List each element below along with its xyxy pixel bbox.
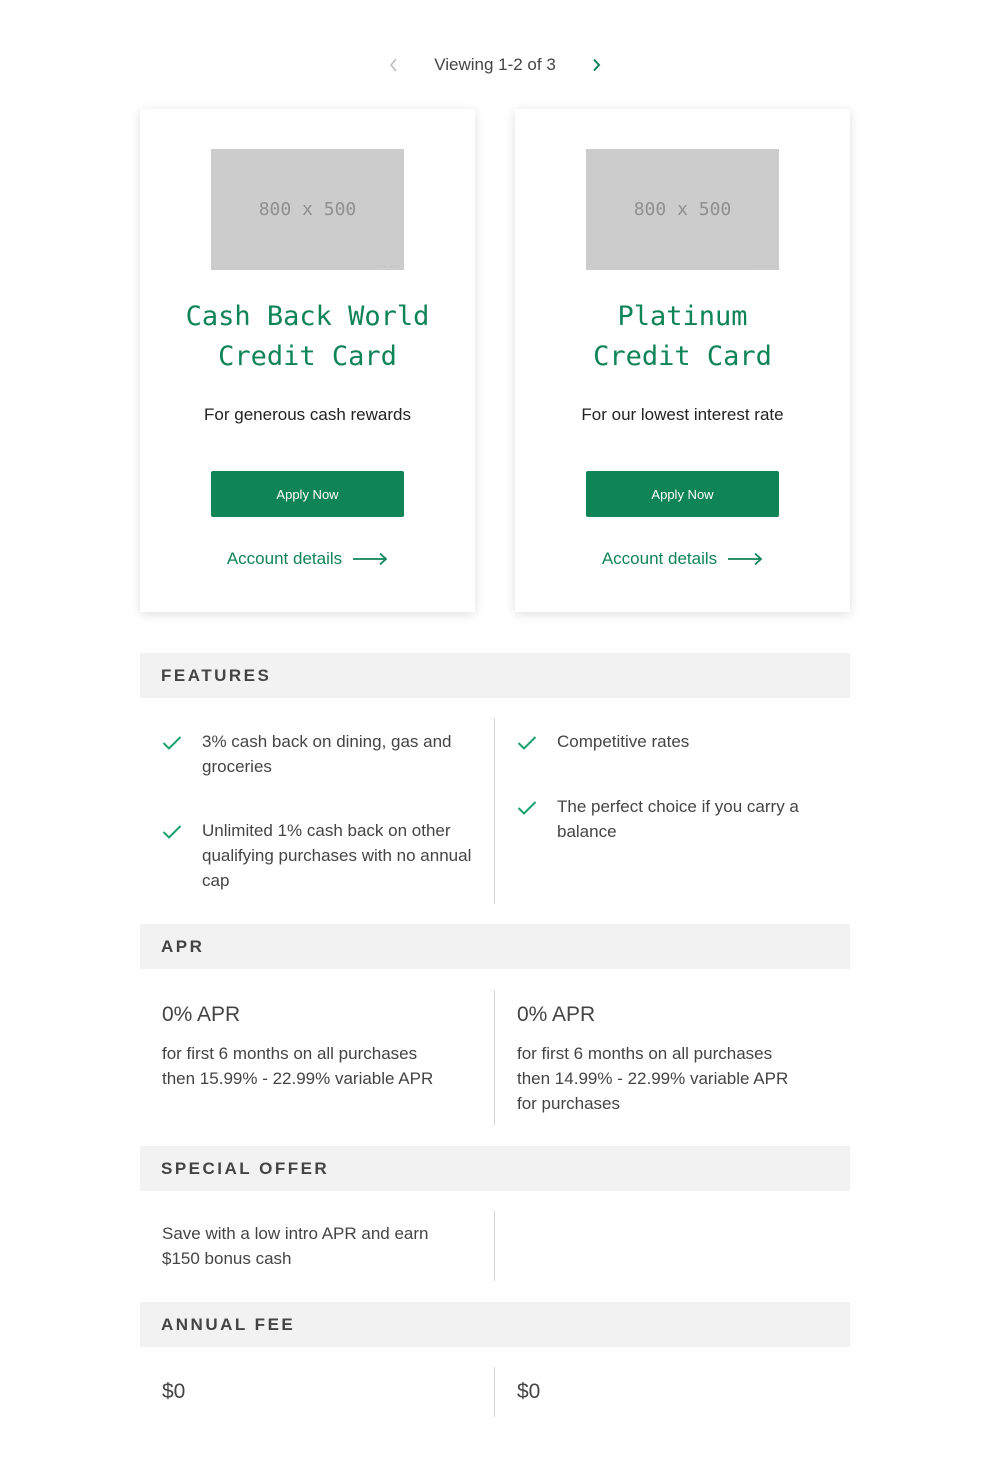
checkmark-icon — [162, 733, 182, 758]
account-details-link[interactable]: Account details — [515, 549, 850, 569]
card-title: Platinum Credit Card — [535, 297, 830, 377]
section-title: APR — [161, 937, 205, 956]
annual-fee-column: $0 — [162, 1379, 492, 1405]
feature-item: Competitive rates — [517, 729, 837, 754]
column-divider — [494, 1211, 495, 1281]
feature-item: 3% cash back on dining, gas and grocerie… — [162, 729, 492, 779]
pagination: Viewing 1-2 of 3 — [0, 52, 990, 78]
arrow-right-icon — [727, 552, 763, 566]
chevron-right-icon[interactable] — [586, 55, 606, 75]
special-offer-row: Save with a low intro APR and earn $150 … — [140, 1211, 850, 1281]
chevron-left-icon[interactable] — [384, 55, 404, 75]
special-offer-column: Save with a low intro APR and earn $150 … — [162, 1221, 462, 1271]
apr-value: 0% APR — [162, 1003, 241, 1026]
apr-description-line: for first 6 months on all purchases — [162, 1044, 418, 1063]
credit-card-product-card: 800 x 500 ......... Platinum Credit Card… — [515, 109, 850, 612]
card-title-line: Cash Back World — [185, 301, 430, 332]
feature-text: The perfect choice if you carry a balanc… — [557, 797, 799, 841]
apply-now-button[interactable]: Apply Now — [586, 471, 779, 517]
section-header-apr: APR — [140, 924, 850, 969]
feature-item: Unlimited 1% cash back on other qualifyi… — [162, 818, 492, 893]
image-placeholder-text: 800 x 500 — [258, 199, 357, 220]
image-watermark: ......... — [378, 263, 400, 268]
features-row: 3% cash back on dining, gas and grocerie… — [140, 718, 850, 904]
apr-column: 0% APR for first 6 months on all purchas… — [517, 1002, 837, 1116]
apply-now-button[interactable]: Apply Now — [211, 471, 404, 517]
column-divider — [494, 1367, 495, 1417]
section-header-annual-fee: ANNUAL FEE — [140, 1302, 850, 1347]
card-subtitle: For our lowest interest rate — [581, 405, 784, 424]
annual-fee-value: $0 — [517, 1380, 541, 1403]
pagination-label: Viewing 1-2 of 3 — [434, 55, 556, 74]
apr-description-line: then 14.99% - 22.99% variable APR — [517, 1069, 789, 1088]
card-image-placeholder: 800 x 500 ......... — [586, 149, 779, 270]
apr-description-line: then 15.99% - 22.99% variable APR — [162, 1069, 434, 1088]
arrow-right-icon — [352, 552, 388, 566]
checkmark-icon — [162, 822, 182, 847]
section-header-features: FEATURES — [140, 653, 850, 698]
features-column: Competitive rates The perfect choice if … — [517, 729, 837, 844]
image-watermark: ......... — [753, 263, 775, 268]
apr-column: 0% APR for first 6 months on all purchas… — [162, 1002, 492, 1091]
checkmark-icon — [517, 733, 537, 758]
account-details-link[interactable]: Account details — [140, 549, 475, 569]
section-title: FEATURES — [161, 666, 272, 685]
apr-description-line: for purchases — [517, 1094, 620, 1113]
card-title: Cash Back World Credit Card — [160, 297, 455, 377]
card-image-placeholder: 800 x 500 ......... — [211, 149, 404, 270]
feature-text: 3% cash back on dining, gas and grocerie… — [202, 732, 452, 776]
apr-value: 0% APR — [517, 1003, 596, 1026]
apr-row: 0% APR for first 6 months on all purchas… — [140, 990, 850, 1125]
section-header-special-offer: SPECIAL OFFER — [140, 1146, 850, 1191]
account-details-label: Account details — [226, 549, 343, 568]
card-subtitle: For generous cash rewards — [204, 405, 411, 424]
apr-description: for first 6 months on all purchases then… — [162, 1041, 492, 1091]
apr-description-line: for first 6 months on all purchases — [517, 1044, 773, 1063]
feature-text: Unlimited 1% cash back on other qualifyi… — [202, 821, 472, 890]
credit-card-product-card: 800 x 500 ......... Cash Back World Cred… — [140, 109, 475, 612]
feature-text: Competitive rates — [557, 732, 690, 751]
annual-fee-row: $0 $0 — [140, 1367, 850, 1417]
card-title-line: Platinum — [617, 301, 748, 332]
column-divider — [494, 718, 495, 904]
section-title: SPECIAL OFFER — [161, 1159, 330, 1178]
annual-fee-column: $0 — [517, 1379, 837, 1405]
checkmark-icon — [517, 798, 537, 823]
image-placeholder-text: 800 x 500 — [633, 199, 732, 220]
apr-description: for first 6 months on all purchases then… — [517, 1041, 837, 1116]
card-title-line: Credit Card — [218, 341, 397, 372]
special-offer-text: Save with a low intro APR and earn $150 … — [162, 1224, 429, 1268]
features-column: 3% cash back on dining, gas and grocerie… — [162, 729, 492, 893]
annual-fee-value: $0 — [162, 1380, 186, 1403]
feature-item: The perfect choice if you carry a balanc… — [517, 794, 837, 844]
account-details-label: Account details — [601, 549, 718, 568]
column-divider — [494, 990, 495, 1125]
section-title: ANNUAL FEE — [161, 1315, 296, 1334]
card-title-line: Credit Card — [593, 341, 772, 372]
